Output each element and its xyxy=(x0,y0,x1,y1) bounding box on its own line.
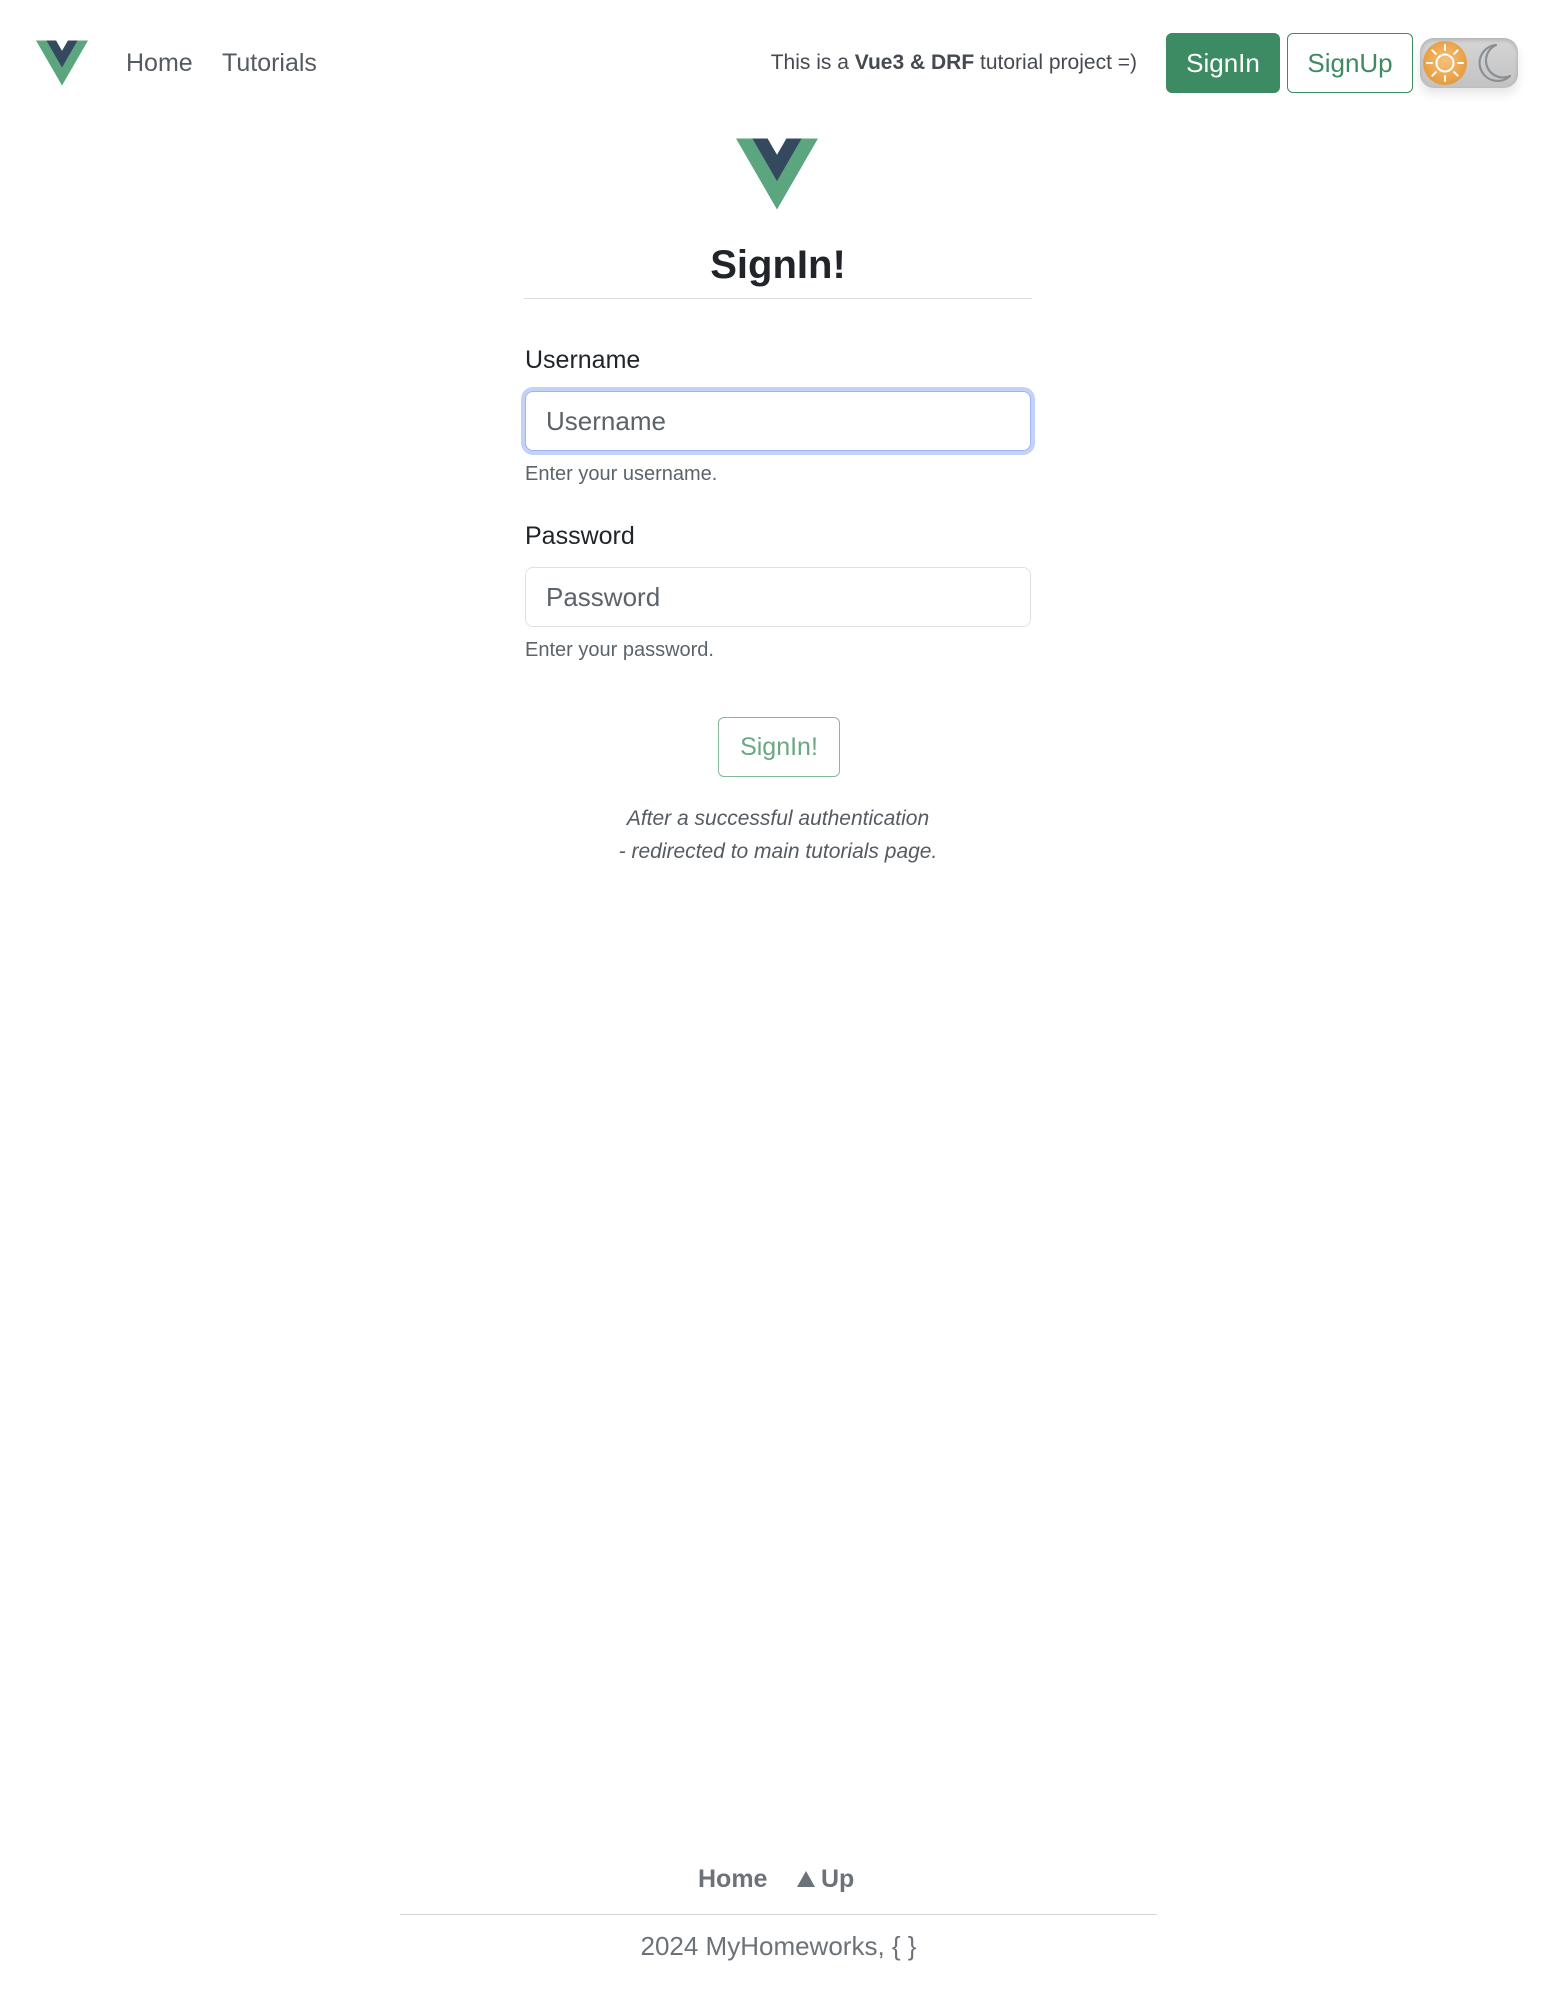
tagline-bold: Vue3 & DRF xyxy=(854,51,975,74)
title-divider xyxy=(524,298,1032,299)
moon-icon xyxy=(1478,43,1512,83)
username-label: Username xyxy=(525,346,641,374)
vue-logo-icon xyxy=(736,138,818,210)
tagline-prefix: This is a xyxy=(770,51,855,74)
tagline-suffix: tutorial project =) xyxy=(974,51,1137,74)
username-input[interactable] xyxy=(525,391,1031,451)
signup-button[interactable]: SignUp xyxy=(1287,33,1413,93)
footer-divider xyxy=(400,1914,1157,1915)
navbar: Home Tutorials This is a Vue3 & DRF tuto… xyxy=(0,0,1556,125)
vue-logo-icon[interactable] xyxy=(36,40,88,86)
redirect-note-line-1: After a successful authentication xyxy=(626,807,930,830)
footer-home-link[interactable]: Home xyxy=(698,1862,767,1896)
theme-toggle[interactable] xyxy=(1420,38,1518,88)
password-help-text: Enter your password. xyxy=(525,639,714,661)
tagline: This is a Vue3 & DRF tutorial project =) xyxy=(771,49,1137,77)
page-title: SignIn! xyxy=(710,243,846,287)
triangle-up-icon xyxy=(797,1871,815,1887)
signin-button[interactable]: SignIn xyxy=(1166,33,1280,93)
redirect-note-line-2: - redirected to main tutorials page. xyxy=(618,840,938,863)
password-label: Password xyxy=(525,522,635,550)
sun-icon xyxy=(1423,41,1467,85)
signin-submit-button[interactable]: SignIn! xyxy=(718,717,840,777)
footer-up-label: Up xyxy=(821,1865,855,1893)
password-input[interactable] xyxy=(525,567,1031,627)
nav-tutorials-link[interactable]: Tutorials xyxy=(222,46,317,80)
username-help-text: Enter your username. xyxy=(525,463,718,485)
nav-home-link[interactable]: Home xyxy=(126,46,193,80)
footer-up-link[interactable]: Up xyxy=(797,1862,854,1896)
copyright: 2024 MyHomeworks, { } xyxy=(640,1931,917,1961)
